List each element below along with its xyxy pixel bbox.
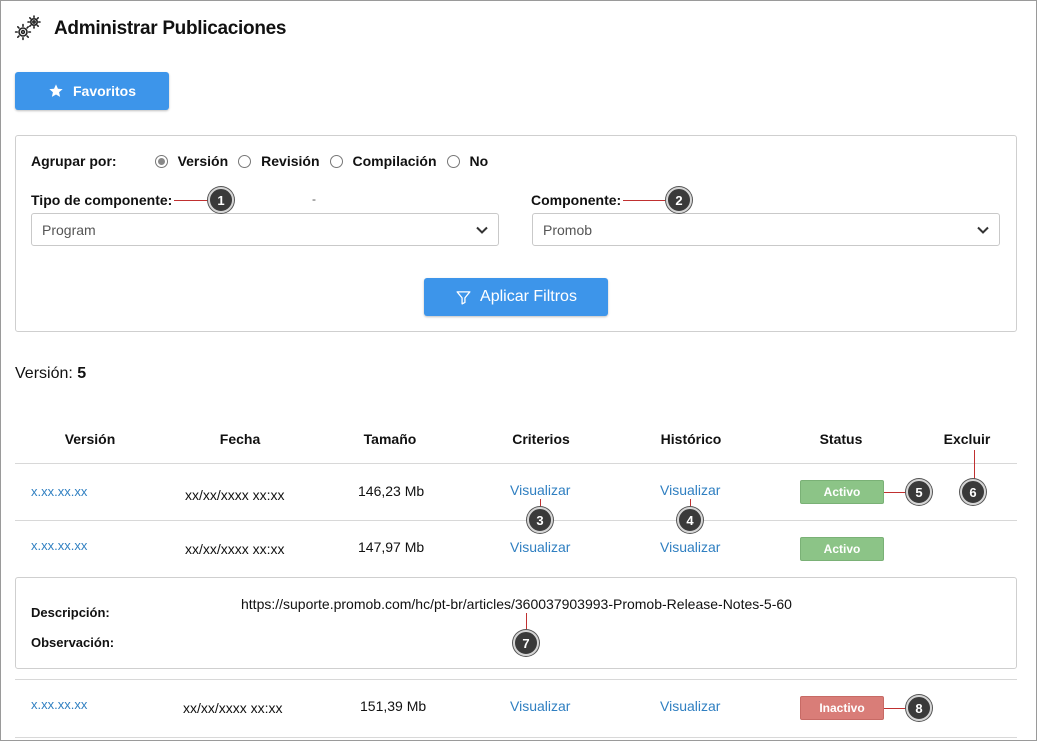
observation-label: Observación: xyxy=(31,635,115,650)
component-value: Promob xyxy=(543,221,593,238)
status-badge[interactable]: Inactivo xyxy=(800,696,884,720)
favorites-label: Favoritos xyxy=(72,83,136,99)
radio-revision[interactable]: Revisión xyxy=(238,153,320,169)
version-summary: Versión: 5 xyxy=(15,365,86,383)
callout-line xyxy=(884,492,906,493)
criteria-view-link[interactable]: Visualizar xyxy=(510,539,570,555)
row-size: 146,23 Mb xyxy=(358,483,425,499)
radio-button[interactable] xyxy=(329,154,343,168)
version-link[interactable]: x.xx.xx.xx xyxy=(31,538,87,553)
history-view-link[interactable]: Visualizar xyxy=(660,482,720,498)
header-size: Tamaño xyxy=(363,431,417,447)
version-link[interactable]: x.xx.xx.xx xyxy=(31,484,87,499)
radio-button[interactable] xyxy=(238,154,252,168)
component-label: Componente: xyxy=(531,192,622,208)
favorites-button[interactable]: Favoritos xyxy=(15,72,169,110)
header-history: Histórico xyxy=(660,431,722,447)
component-type-label: Tipo de componente: xyxy=(31,192,173,208)
apply-filters-label: Aplicar Filtros xyxy=(480,288,577,305)
version-summary-value: 5 xyxy=(77,365,87,382)
radio-none-label: No xyxy=(469,153,489,169)
radio-compilation[interactable]: Compilación xyxy=(329,153,437,169)
callout-marker: 6 xyxy=(960,479,986,505)
history-view-link[interactable]: Visualizar xyxy=(660,539,720,555)
radio-version-label: Versión xyxy=(177,153,229,169)
radio-version[interactable]: Versión xyxy=(154,153,229,169)
description-url[interactable]: https://suporte.promob.com/hc/pt-br/arti… xyxy=(241,596,792,612)
callout-marker: 4 xyxy=(677,507,703,533)
status-badge[interactable]: Activo xyxy=(800,480,884,504)
row-date: xx/xx/xxxx xx:xx xyxy=(183,700,283,716)
radio-button[interactable] xyxy=(154,154,168,168)
radio-revision-label: Revisión xyxy=(261,153,320,169)
group-by-radio-group: Agrupar por: Versión Revisión Compilació… xyxy=(31,153,498,169)
criteria-view-link[interactable]: Visualizar xyxy=(510,482,570,498)
callout-marker: 3 xyxy=(527,507,553,533)
row-size: 147,97 Mb xyxy=(358,539,425,555)
callout-line xyxy=(884,708,906,709)
header-version: Versión xyxy=(64,431,116,447)
row-divider xyxy=(15,679,1017,680)
callout-line xyxy=(174,200,210,201)
radio-compilation-label: Compilación xyxy=(352,153,437,169)
row-date: xx/xx/xxxx xx:xx xyxy=(185,541,285,557)
header-exclude: Excluir xyxy=(943,431,991,447)
component-type-select[interactable]: Program xyxy=(31,213,499,246)
row-divider xyxy=(15,520,1017,521)
group-by-label: Agrupar por: xyxy=(31,153,117,169)
chevron-down-icon xyxy=(977,226,989,234)
header-status: Status xyxy=(819,431,863,447)
radio-none[interactable]: No xyxy=(446,153,489,169)
row-date: xx/xx/xxxx xx:xx xyxy=(185,487,285,503)
header-criteria: Criterios xyxy=(512,431,570,447)
filter-icon xyxy=(456,290,471,305)
row-divider xyxy=(15,737,1017,738)
header-date: Fecha xyxy=(219,431,261,447)
component-select[interactable]: Promob xyxy=(532,213,1000,246)
page-title: Administrar Publicaciones xyxy=(54,18,287,39)
callout-line xyxy=(974,450,975,480)
callout-line xyxy=(526,613,527,631)
component-type-value: Program xyxy=(42,221,96,238)
criteria-view-link[interactable]: Visualizar xyxy=(510,698,570,714)
status-badge[interactable]: Activo xyxy=(800,537,884,561)
version-link[interactable]: x.xx.xx.xx xyxy=(31,697,87,712)
gears-icon xyxy=(14,15,41,41)
radio-button[interactable] xyxy=(446,154,460,168)
row-size: 151,39 Mb xyxy=(360,698,427,714)
callout-marker: 8 xyxy=(906,695,932,721)
description-label: Descripción: xyxy=(31,605,110,620)
callout-marker: 1 xyxy=(208,187,234,213)
apply-filters-button[interactable]: Aplicar Filtros xyxy=(424,278,608,316)
history-view-link[interactable]: Visualizar xyxy=(660,698,720,714)
star-icon xyxy=(49,84,63,97)
callout-line xyxy=(623,200,667,201)
callout-marker: 2 xyxy=(666,187,692,213)
callout-marker: 7 xyxy=(513,630,539,656)
version-summary-label: Versión: xyxy=(15,365,73,382)
stray-mark: - xyxy=(312,192,316,206)
callout-marker: 5 xyxy=(906,479,932,505)
chevron-down-icon xyxy=(476,226,488,234)
header-divider xyxy=(15,463,1017,464)
detail-panel xyxy=(15,577,1017,669)
